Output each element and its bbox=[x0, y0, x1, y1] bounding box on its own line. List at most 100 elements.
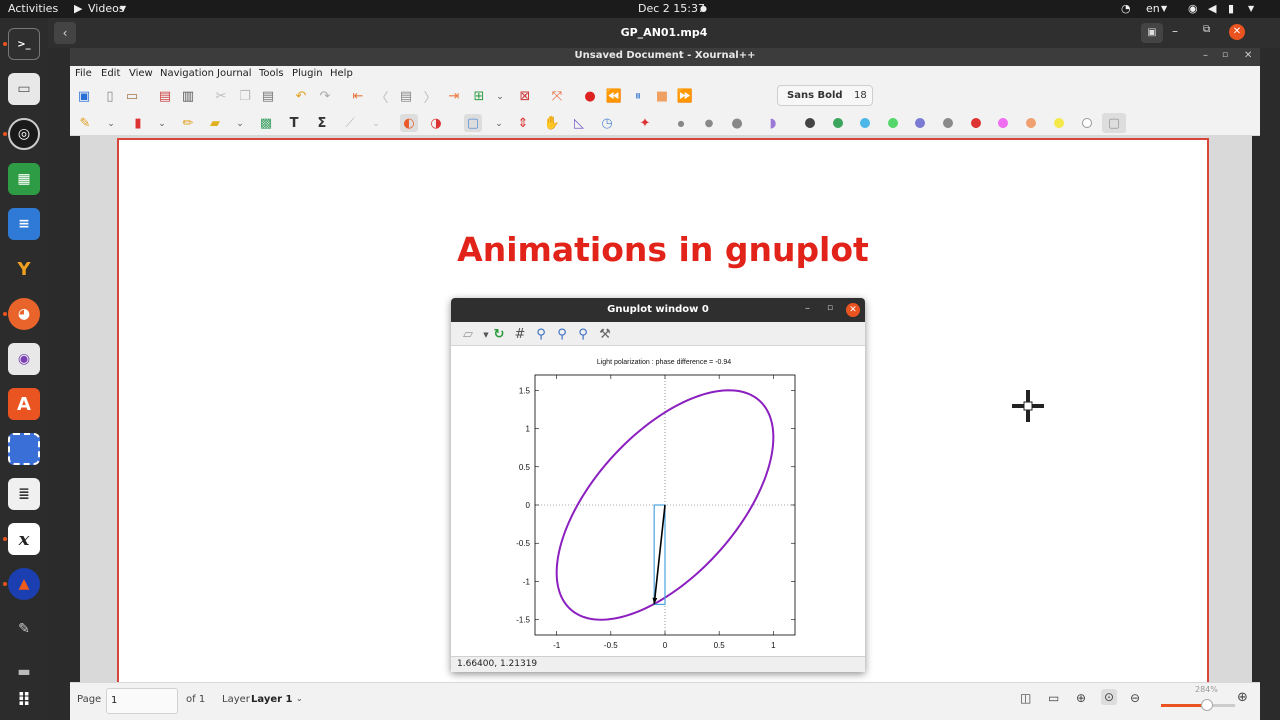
color-swatch-blue[interactable] bbox=[915, 118, 925, 128]
add-page-icon[interactable]: ⊞ bbox=[470, 87, 488, 105]
goto-page-icon[interactable]: ▤ bbox=[397, 87, 415, 105]
zoom-out-icon[interactable]: ⊖ bbox=[1130, 691, 1140, 705]
eraser-icon[interactable]: ▮ bbox=[129, 114, 147, 132]
setsquare-icon[interactable]: ◺ bbox=[570, 114, 588, 132]
previous-page-icon[interactable]: 〈 bbox=[373, 87, 391, 106]
compass-icon[interactable]: ◷ bbox=[598, 114, 616, 132]
zoom-next-icon[interactable]: ⚲ bbox=[553, 325, 571, 343]
layer-selector[interactable]: Layer 1 bbox=[251, 694, 292, 705]
app-icon[interactable]: ▲ bbox=[8, 568, 40, 600]
gimp-icon[interactable]: ✎ bbox=[8, 613, 40, 645]
text-icon[interactable]: T bbox=[285, 114, 303, 132]
menu-view[interactable]: View bbox=[129, 68, 153, 79]
color-swatch-yellow[interactable] bbox=[1054, 118, 1064, 128]
rewind-icon[interactable]: ⏪ bbox=[605, 87, 623, 105]
chevron-down-icon[interactable]: ⌄ bbox=[102, 115, 120, 133]
stop-icon[interactable]: ■ bbox=[653, 87, 671, 105]
hand-icon[interactable]: ✋ bbox=[543, 114, 561, 132]
dual-page-icon[interactable]: ◫ bbox=[1020, 691, 1031, 705]
menu-help[interactable]: Help bbox=[330, 68, 353, 79]
close-icon[interactable]: ✕ bbox=[1229, 24, 1245, 40]
vertical-space-icon[interactable]: ⇕ bbox=[514, 114, 532, 132]
color-swatch-red[interactable] bbox=[971, 118, 981, 128]
zoom-in-icon[interactable]: ⊕ bbox=[1237, 690, 1248, 705]
magnet-icon[interactable]: ◑ bbox=[427, 114, 445, 132]
restore-icon[interactable]: ▫ bbox=[1222, 50, 1228, 60]
color-swatch-orange[interactable] bbox=[1026, 118, 1036, 128]
presentation-icon[interactable]: ▭ bbox=[1048, 691, 1059, 705]
settings-icon[interactable]: ⚒ bbox=[596, 325, 614, 343]
thick-line-icon[interactable]: ● bbox=[728, 114, 746, 132]
maximize-icon[interactable]: ▫ bbox=[827, 303, 833, 313]
spreadsheet-icon[interactable]: ▦ bbox=[8, 163, 40, 195]
chevron-down-icon[interactable]: ⌄ bbox=[491, 88, 509, 106]
chevron-down-icon[interactable]: ⌄ bbox=[490, 115, 508, 133]
document-viewer-icon[interactable]: ≣ bbox=[8, 478, 40, 510]
select-rectangle-icon[interactable]: ▢ bbox=[464, 114, 482, 132]
save-icon[interactable]: ▣ bbox=[75, 87, 93, 105]
chevron-down-icon[interactable]: ⌄ bbox=[153, 115, 171, 133]
close-icon[interactable]: ✕ bbox=[846, 303, 860, 317]
terminal-icon[interactable]: >_ bbox=[8, 28, 40, 60]
shapes-icon[interactable]: ▰ bbox=[206, 114, 224, 132]
wifi-icon[interactable]: ◉ bbox=[1188, 2, 1198, 15]
replot-icon[interactable]: ↻ bbox=[490, 325, 508, 343]
yacas-icon[interactable]: Y bbox=[8, 253, 40, 285]
chevron-down-icon[interactable]: ⌄ bbox=[231, 115, 249, 133]
page-number-input[interactable]: 1 bbox=[106, 688, 178, 714]
close-icon[interactable]: ✕ bbox=[1244, 50, 1252, 61]
menu-journal[interactable]: Journal bbox=[217, 68, 252, 79]
highlighter-icon[interactable]: ✏ bbox=[179, 114, 197, 132]
pen-icon[interactable]: ✎ bbox=[76, 114, 94, 132]
color-picker-icon[interactable]: ✦ bbox=[636, 114, 654, 132]
color-swatch-light-green[interactable] bbox=[888, 118, 898, 128]
pip-icon[interactable]: ▣ bbox=[1141, 23, 1163, 43]
pause-icon[interactable]: ⏸ bbox=[629, 87, 647, 105]
delete-page-icon[interactable]: ⊠ bbox=[516, 87, 534, 105]
xournal-icon[interactable]: x bbox=[8, 523, 40, 555]
gnuplot-window[interactable]: Gnuplot window 0 – ▫ ✕ ▱ ▼ ↻ # ⚲ ⚲ ⚲ ⚒ L… bbox=[451, 298, 865, 672]
minimize-icon[interactable]: – bbox=[805, 303, 810, 314]
forward-icon[interactable]: ⏩ bbox=[676, 87, 694, 105]
menu-file[interactable]: File bbox=[75, 68, 92, 79]
menu-plugin[interactable]: Plugin bbox=[292, 68, 323, 79]
chevron-down-icon[interactable]: ⌄ bbox=[367, 115, 385, 133]
menu-tools[interactable]: Tools bbox=[259, 68, 284, 79]
image-icon[interactable]: ▩ bbox=[257, 114, 275, 132]
medium-line-icon[interactable]: ● bbox=[700, 114, 718, 132]
restore-icon[interactable]: ⧉ bbox=[1203, 24, 1210, 35]
select-region-icon[interactable]: ◐ bbox=[400, 114, 418, 132]
latex-icon[interactable]: Σ bbox=[313, 114, 331, 132]
export-icon[interactable]: ▱ bbox=[459, 325, 477, 343]
battery-icon[interactable]: ▮ bbox=[1228, 2, 1234, 15]
activities-button[interactable]: Activities bbox=[8, 2, 58, 15]
grid-icon[interactable]: # bbox=[511, 325, 529, 343]
new-document-icon[interactable]: ▯ bbox=[101, 87, 119, 105]
firefox-icon[interactable]: ◕ bbox=[8, 298, 40, 330]
color-swatch-gray[interactable] bbox=[943, 118, 953, 128]
color-swatch-light-blue[interactable] bbox=[860, 118, 870, 128]
record-icon[interactable]: ● bbox=[581, 87, 599, 105]
color-swatch-white[interactable] bbox=[1082, 118, 1092, 128]
show-apps-icon[interactable]: ⠿ bbox=[8, 684, 40, 716]
minimize-icon[interactable]: – bbox=[1172, 24, 1178, 38]
screenshot-icon[interactable] bbox=[8, 433, 40, 465]
color-swatch-green[interactable] bbox=[833, 118, 843, 128]
thin-line-icon[interactable]: ● bbox=[672, 114, 690, 132]
color-swatch-custom[interactable]: ▢ bbox=[1102, 113, 1126, 133]
zoom-slider-handle[interactable] bbox=[1201, 699, 1213, 711]
cut-icon[interactable]: ✂ bbox=[212, 87, 230, 105]
menu-navigation[interactable]: Navigation bbox=[160, 68, 214, 79]
unzoom-icon[interactable]: ⚲ bbox=[574, 325, 592, 343]
copy-icon[interactable]: ❐ bbox=[236, 87, 254, 105]
zoom-100-icon[interactable]: ⊙ bbox=[1101, 689, 1118, 705]
first-page-icon[interactable]: ⇤ bbox=[349, 87, 367, 105]
files-icon[interactable]: ▭ bbox=[8, 73, 40, 105]
zoom-slider[interactable] bbox=[1161, 699, 1235, 711]
color-swatch-magenta[interactable] bbox=[998, 118, 1008, 128]
paste-icon[interactable]: ▤ bbox=[259, 87, 277, 105]
writer-icon[interactable]: ≡ bbox=[8, 208, 40, 240]
obs-icon[interactable]: ◎ bbox=[8, 118, 40, 150]
last-page-icon[interactable]: ⇥ bbox=[445, 87, 463, 105]
redo-icon[interactable]: ↷ bbox=[316, 87, 334, 105]
